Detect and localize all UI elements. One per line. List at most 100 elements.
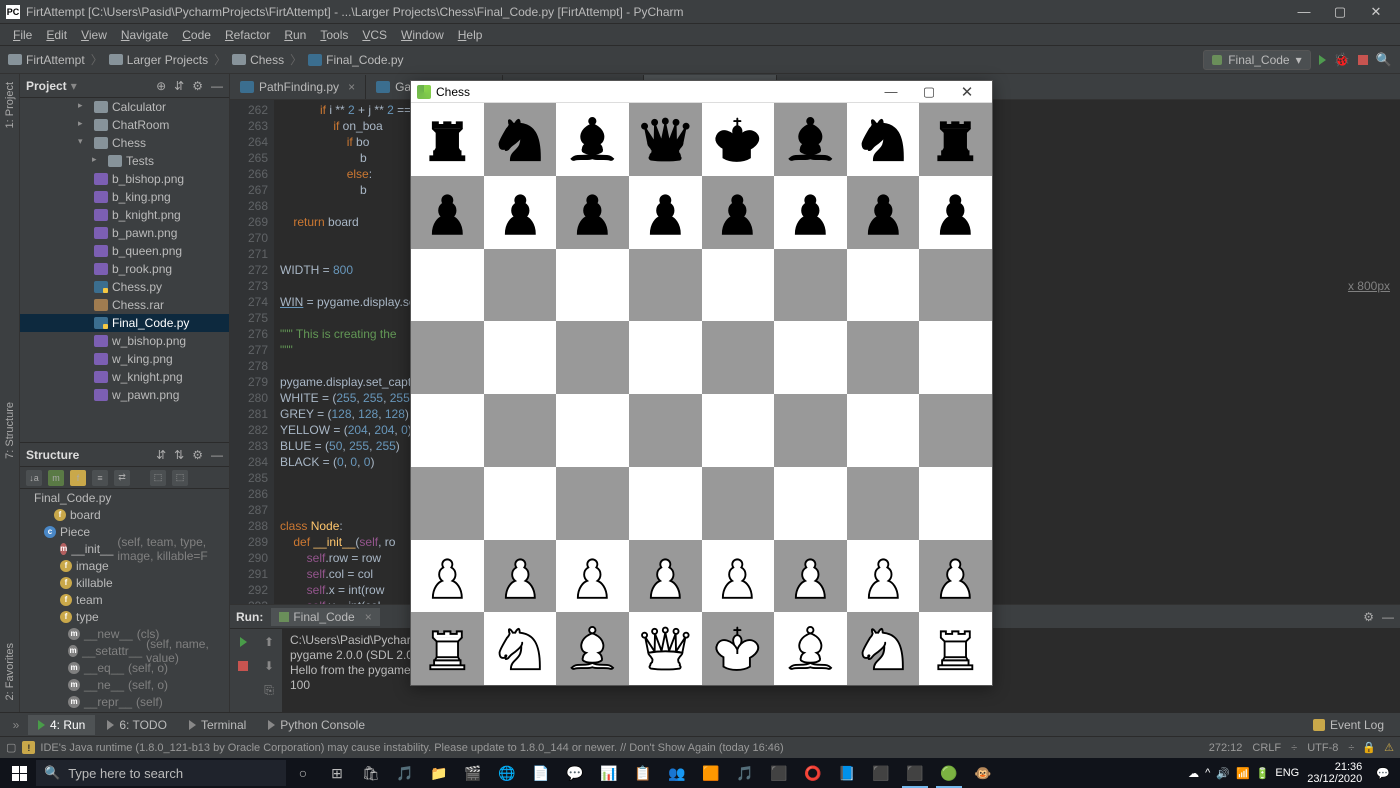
taskbar-app-icon[interactable]: ⬛ — [898, 758, 932, 788]
taskbar-app-icon[interactable]: 👥 — [660, 758, 694, 788]
menu-vcs[interactable]: VCS — [355, 26, 394, 44]
taskbar-app-icon[interactable]: 🎵 — [728, 758, 762, 788]
taskbar-app-icon[interactable]: ⬛ — [762, 758, 796, 788]
chess-square[interactable] — [774, 176, 847, 249]
chess-square[interactable] — [919, 249, 992, 322]
print-button[interactable]: ⎘ — [260, 681, 278, 699]
rerun-button[interactable] — [234, 633, 252, 651]
breadcrumb[interactable]: FirtAttempt — [8, 53, 85, 67]
down-button[interactable]: ⬇ — [260, 657, 278, 675]
chess-square[interactable] — [556, 394, 629, 467]
tree-item[interactable]: Calculator — [20, 98, 229, 116]
chess-square[interactable] — [847, 321, 920, 394]
menu-view[interactable]: View — [74, 26, 114, 44]
maximize-button[interactable]: ▢ — [1322, 2, 1358, 22]
tray-icon[interactable]: ^ — [1205, 767, 1210, 780]
chess-square[interactable] — [556, 176, 629, 249]
structure-item[interactable]: m__setattr__(self, name, value) — [20, 642, 229, 659]
file-encoding[interactable]: UTF-8 — [1307, 742, 1338, 754]
tray-icon[interactable]: 🔊 — [1216, 767, 1230, 780]
chess-square[interactable] — [411, 394, 484, 467]
chess-square[interactable] — [847, 467, 920, 540]
chess-square[interactable] — [919, 321, 992, 394]
hide-icon[interactable]: — — [1382, 610, 1394, 624]
pg-maximize-button[interactable]: ▢ — [910, 84, 948, 100]
menu-window[interactable]: Window — [394, 26, 451, 44]
status-message[interactable]: IDE's Java runtime (1.8.0_121-b13 by Ora… — [40, 742, 783, 754]
tree-item[interactable]: Chess — [20, 134, 229, 152]
stop-button[interactable] — [234, 657, 252, 675]
close-icon[interactable]: × — [348, 80, 355, 94]
chess-square[interactable] — [411, 176, 484, 249]
chess-square[interactable] — [629, 540, 702, 613]
chess-square[interactable] — [484, 540, 557, 613]
chess-square[interactable] — [484, 103, 557, 176]
target-icon[interactable]: ⊕ — [156, 79, 166, 93]
taskbar-app-icon[interactable]: ⭕ — [796, 758, 830, 788]
tree-item[interactable]: b_bishop.png — [20, 170, 229, 188]
project-tree[interactable]: CalculatorChatRoomChessTestsb_bishop.png… — [20, 98, 229, 442]
chess-square[interactable] — [847, 249, 920, 322]
chess-square[interactable] — [411, 612, 484, 685]
debug-button[interactable]: 🐞 — [1334, 52, 1350, 68]
structure-tool-tab[interactable]: 7: Structure — [2, 398, 18, 463]
tree-item[interactable]: Chess.rar — [20, 296, 229, 314]
chess-square[interactable] — [702, 249, 775, 322]
chess-square[interactable] — [847, 394, 920, 467]
tray-icon[interactable]: ☁ — [1188, 767, 1199, 780]
gear-icon[interactable]: ⚙ — [192, 79, 203, 93]
tree-item[interactable]: b_rook.png — [20, 260, 229, 278]
tool-tab[interactable]: 4: Run — [28, 715, 95, 735]
tool-window-toggle-icon[interactable]: ▢ — [6, 741, 16, 754]
chess-square[interactable] — [629, 103, 702, 176]
chess-square[interactable] — [774, 321, 847, 394]
menu-edit[interactable]: Edit — [39, 26, 74, 44]
gear-icon[interactable]: ⚙ — [1363, 610, 1374, 624]
stop-button[interactable] — [1358, 55, 1368, 65]
chess-square[interactable] — [411, 467, 484, 540]
taskbar-app-icon[interactable]: 💬 — [558, 758, 592, 788]
taskbar-app-icon[interactable]: 📋 — [626, 758, 660, 788]
tool-tab[interactable]: Terminal — [179, 715, 256, 735]
start-button[interactable] — [2, 758, 36, 788]
close-icon[interactable]: × — [365, 610, 372, 624]
breadcrumb[interactable]: Larger Projects — [109, 53, 208, 67]
chess-square[interactable] — [556, 612, 629, 685]
menu-run[interactable]: Run — [277, 26, 313, 44]
structure-item[interactable]: m__init__(self, team, type, image, killa… — [20, 540, 229, 557]
chess-square[interactable] — [774, 467, 847, 540]
tray-icon[interactable]: 🔋 — [1256, 767, 1270, 780]
chess-square[interactable] — [702, 540, 775, 613]
taskbar-app-icon[interactable]: 🎵 — [388, 758, 422, 788]
run-tab[interactable]: Final_Code × — [271, 608, 379, 626]
menu-tools[interactable]: Tools — [313, 26, 355, 44]
tree-item[interactable]: Tests — [20, 152, 229, 170]
event-log-tab[interactable]: Event Log — [1303, 715, 1394, 735]
taskbar-app-icon[interactable]: 🟢 — [932, 758, 966, 788]
chess-square[interactable] — [702, 394, 775, 467]
tool-tab[interactable]: Python Console — [258, 715, 375, 735]
taskbar-clock[interactable]: 21:36 23/12/2020 — [1307, 761, 1362, 785]
chess-square[interactable] — [629, 467, 702, 540]
tool-tab[interactable]: 6: TODO — [97, 715, 177, 735]
pg-close-button[interactable]: ✕ — [948, 83, 986, 101]
tree-item[interactable]: b_pawn.png — [20, 224, 229, 242]
project-tool-tab[interactable]: 1: Project — [2, 78, 18, 132]
chess-board[interactable] — [411, 103, 992, 685]
run-config-selector[interactable]: Final_Code ▾ — [1203, 50, 1310, 70]
expand-icon[interactable]: ⇅ — [174, 448, 184, 462]
chess-square[interactable] — [556, 103, 629, 176]
taskbar-app-icon[interactable]: 📘 — [830, 758, 864, 788]
structure-item[interactable]: ftype — [20, 608, 229, 625]
breadcrumb[interactable]: Final_Code.py — [308, 53, 403, 67]
chess-square[interactable] — [702, 321, 775, 394]
chess-square[interactable] — [629, 612, 702, 685]
chess-square[interactable] — [702, 176, 775, 249]
chess-square[interactable] — [484, 394, 557, 467]
taskbar-app-icon[interactable]: ⊞ — [320, 758, 354, 788]
expand-icon[interactable]: » — [6, 718, 26, 732]
tree-item[interactable]: b_knight.png — [20, 206, 229, 224]
structure-item[interactable]: m__ne__(self, o) — [20, 676, 229, 693]
close-button[interactable]: ✕ — [1358, 2, 1394, 22]
chess-square[interactable] — [702, 467, 775, 540]
